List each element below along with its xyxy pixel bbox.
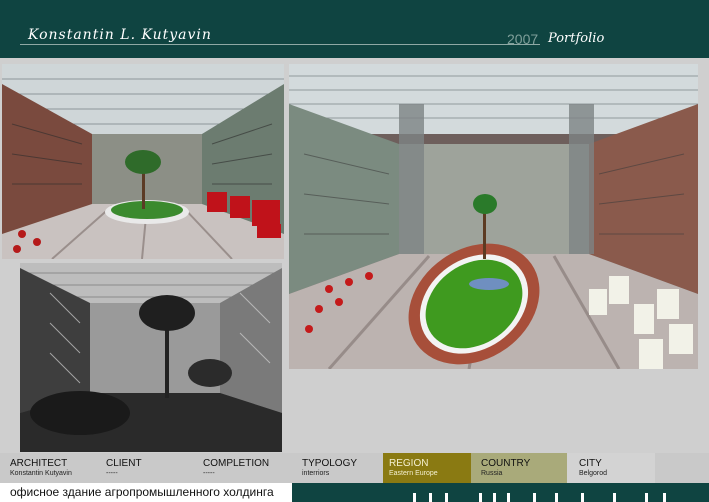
portfolio-year: 2007 bbox=[507, 31, 539, 47]
atrium-render-bottom-left bbox=[20, 263, 282, 452]
atrium-render-main bbox=[289, 64, 698, 369]
city-label: CITY bbox=[579, 458, 602, 469]
project-caption: офисное здание агропромышленного холдинг… bbox=[0, 483, 292, 502]
city-cell: CITY Belgorod bbox=[567, 453, 655, 483]
architect-label: ARCHITECT bbox=[10, 458, 68, 469]
completion-cell: COMPLETION ----- bbox=[197, 453, 297, 483]
tick-mark bbox=[533, 493, 536, 502]
tick-mark bbox=[507, 493, 510, 502]
portfolio-title: Portfolio bbox=[548, 31, 605, 46]
country-label: COUNTRY bbox=[481, 458, 531, 469]
atrium-render-top-left bbox=[2, 64, 284, 259]
tick-mark bbox=[663, 493, 666, 502]
completion-label: COMPLETION bbox=[203, 458, 270, 469]
tick-mark bbox=[645, 493, 648, 502]
author-name: Konstantin L. Kutyavin bbox=[28, 27, 212, 43]
tick-mark bbox=[429, 493, 432, 502]
architect-value: Konstantin Kutyavin bbox=[10, 470, 72, 477]
tick-mark bbox=[413, 493, 416, 502]
header-divider bbox=[20, 44, 540, 45]
tick-mark bbox=[555, 493, 558, 502]
tick-mark bbox=[445, 493, 448, 502]
region-cell: REGION Eastern Europe bbox=[383, 453, 471, 483]
tick-mark bbox=[581, 493, 584, 502]
typology-label: TYPOLOGY bbox=[302, 458, 358, 469]
tick-mark bbox=[493, 493, 496, 502]
tick-mark bbox=[613, 493, 616, 502]
tick-mark bbox=[479, 493, 482, 502]
country-cell: COUNTRY Russia bbox=[471, 453, 567, 483]
client-cell: CLIENT ----- bbox=[97, 453, 197, 483]
architect-cell: ARCHITECT Konstantin Kutyavin bbox=[0, 453, 97, 483]
region-value: Eastern Europe bbox=[389, 470, 438, 477]
client-value: ----- bbox=[106, 470, 118, 477]
completion-value: ----- bbox=[203, 470, 215, 477]
header-bar: Konstantin L. Kutyavin 2007 Portfolio bbox=[0, 0, 709, 58]
country-value: Russia bbox=[481, 470, 503, 477]
city-value: Belgorod bbox=[579, 470, 608, 477]
client-label: CLIENT bbox=[106, 458, 142, 469]
typology-cell: TYPOLOGY interriors bbox=[297, 453, 383, 483]
footer-tick-marks bbox=[383, 483, 709, 502]
region-label: REGION bbox=[389, 458, 429, 469]
typology-value: interriors bbox=[302, 470, 330, 477]
